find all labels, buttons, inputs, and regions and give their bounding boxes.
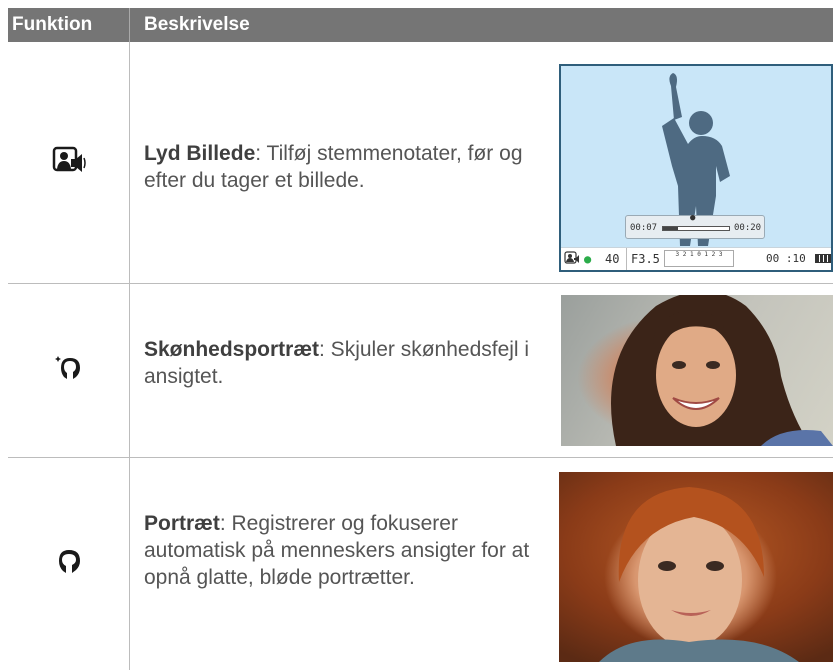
shots-remaining: 00 :10 [766,252,806,265]
table-row: Portræt: Registrerer og fokuserer automa… [8,458,833,670]
table-row: Lyd Billede: Tilføj stemmenotater, før o… [8,42,833,283]
elapsed-time: 00:07 [630,223,658,233]
woman-face-illustration [611,295,833,446]
mode-title: Portræt [144,512,220,535]
mode-title: Lyd Billede [144,142,256,165]
beauty-portrait-photo [561,295,833,446]
portrait-photo [559,472,833,662]
table-row: Skønhedsportræt: Skjuler skønhedsfejl i … [8,284,833,457]
row-description: Lyd Billede: Tilføj stemmenotater, før o… [144,140,544,194]
scene-mode-table: Funktion Beskrivelse Lyd Billede: Tilføj… [8,8,833,670]
microphone-icon: ● [690,213,696,223]
girl-face-illustration [599,487,799,662]
icon-cell [8,284,129,457]
icon-cell [8,42,129,283]
aperture-value: F3.5 [631,252,660,266]
status-dot: ● [584,252,592,266]
header-description: Beskrivelse [144,14,250,35]
status-divider [626,248,627,270]
progress-track [662,226,730,231]
beauty-portrait-icon [54,353,84,388]
camera-status-bar: ● 40 F3.5 3 2 1 0 1 2 3 00 :10 [561,247,831,270]
total-time: 00:20 [734,223,762,233]
exposure-scale-labels: 3 2 1 0 1 2 3 [675,251,723,258]
camera-screen-preview: 00:07 ● 00:20 ● 40 F3.5 3 2 1 0 1 2 3 00… [559,64,833,272]
iso-value: 40 [605,252,620,266]
row-description: Skønhedsportræt: Skjuler skønhedsfejl i … [144,336,544,390]
voice-picture-mode-icon [564,251,580,268]
progress-fill [663,227,678,230]
portrait-icon [56,548,82,581]
voice-playback-bar: 00:07 ● 00:20 [625,213,765,239]
mode-title: Skønhedsportræt [144,338,320,361]
exposure-scale: 3 2 1 0 1 2 3 [664,250,734,267]
table-header: Funktion Beskrivelse [8,8,833,42]
header-divider [129,8,130,42]
header-function: Funktion [12,14,93,35]
battery-icon [815,254,831,263]
row-description: Portræt: Registrerer og fokuserer automa… [144,510,544,591]
icon-cell [8,458,129,670]
boy-silhouette [662,73,730,246]
voice-picture-icon [52,145,86,180]
